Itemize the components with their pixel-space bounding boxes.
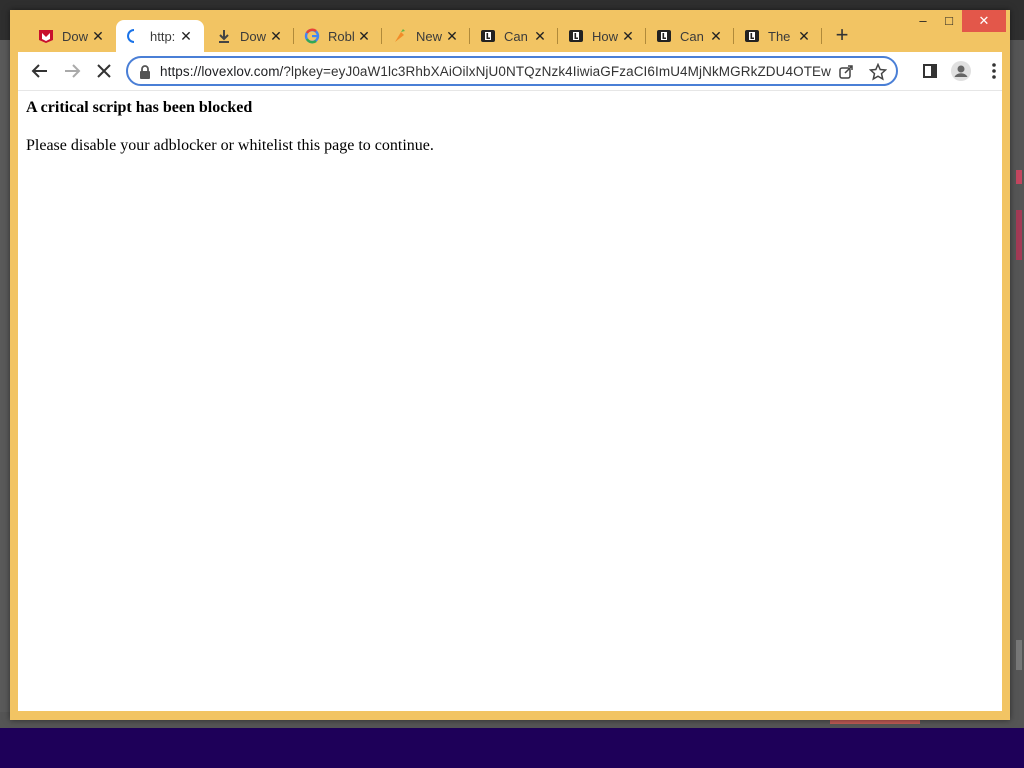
loading-spinner-icon [126,28,142,44]
background-marker [1016,210,1022,260]
browser-toolbar: https://lovexlov.com/?lpkey=eyJ0aW1lc3Rh… [18,52,1002,90]
tab-3[interactable]: Dow ✕ [206,20,294,52]
bookmark-button[interactable] [868,62,888,82]
url-host: https://lovexlov.com/ [160,64,284,79]
site-l-icon [744,28,760,44]
page-content: A critical script has been blocked Pleas… [18,90,1002,711]
tab-5[interactable]: New ✕ [382,20,470,52]
tab-label: Dow [62,28,88,44]
tab-strip: Dow ✕ http: ✕ Dow ✕ Robl ✕ New ✕ Can ✕ H… [10,10,1010,52]
background-right-panel [1008,40,1024,728]
tab-6[interactable]: Can ✕ [470,20,558,52]
fl-studio-icon [392,28,408,44]
page-heading: A critical script has been blocked [26,99,253,116]
tab-label: Can [680,28,704,44]
share-icon [839,65,853,79]
tab-separator [821,28,822,44]
background-marker [1016,170,1022,184]
back-arrow-icon [31,64,47,78]
close-tab-icon[interactable]: ✕ [796,28,812,44]
site-l-icon [480,28,496,44]
close-tab-icon[interactable]: ✕ [444,28,460,44]
side-panel-button[interactable] [918,59,942,83]
avatar-icon [951,61,971,81]
back-button[interactable] [28,59,52,83]
address-bar[interactable]: https://lovexlov.com/?lpkey=eyJ0aW1lc3Rh… [126,56,898,86]
url-query: ?lpkey=eyJ0aW1lc3RhbXAiOilxNjU0NTQzNzk4I… [283,64,832,79]
side-panel-icon [923,64,937,78]
close-tab-icon[interactable]: ✕ [356,28,372,44]
maximize-button[interactable]: □ [934,10,964,32]
forward-button[interactable] [60,59,84,83]
site-l-icon [656,28,672,44]
tab-label: http: [150,28,176,44]
tab-label: How [592,28,618,44]
profile-button[interactable] [949,59,973,83]
download-icon [216,28,232,44]
close-tab-icon[interactable]: ✕ [178,28,194,44]
close-tab-icon[interactable]: ✕ [708,28,724,44]
forward-arrow-icon [65,64,81,78]
close-tab-icon[interactable]: ✕ [532,28,548,44]
stop-loading-button[interactable] [92,59,116,83]
tab-label: The [768,28,791,44]
tab-label: New [416,28,442,44]
kebab-menu-icon [992,63,996,79]
close-window-button[interactable]: ✕ [962,10,1006,32]
google-icon [304,28,320,44]
lock-icon [140,65,150,79]
background-marker [1016,640,1022,670]
page-message: Please disable your adblocker or whiteli… [26,137,434,154]
tab-7[interactable]: How ✕ [558,20,646,52]
close-tab-icon[interactable]: ✕ [90,28,106,44]
new-tab-button[interactable]: + [832,24,852,46]
site-l-icon [568,28,584,44]
star-icon [869,63,887,81]
tab-label: Robl [328,28,354,44]
tab-4[interactable]: Robl ✕ [294,20,382,52]
tab-2-active[interactable]: http: ✕ [116,20,204,52]
tab-label: Dow [240,28,266,44]
stop-x-icon [97,64,111,78]
tab-label: Can [504,28,528,44]
close-tab-icon[interactable]: ✕ [620,28,636,44]
share-button[interactable] [836,62,856,82]
browser-window: Dow ✕ http: ✕ Dow ✕ Robl ✕ New ✕ Can ✕ H… [10,10,1010,720]
tab-9[interactable]: The ✕ [734,20,822,52]
tab-1[interactable]: Dow ✕ [28,20,116,52]
url-text[interactable]: https://lovexlov.com/?lpkey=eyJ0aW1lc3Rh… [160,64,832,79]
close-tab-icon[interactable]: ✕ [268,28,284,44]
mcafee-icon [38,28,54,44]
menu-button[interactable] [982,59,1006,83]
taskbar[interactable] [0,728,1024,768]
tab-8[interactable]: Can ✕ [646,20,734,52]
